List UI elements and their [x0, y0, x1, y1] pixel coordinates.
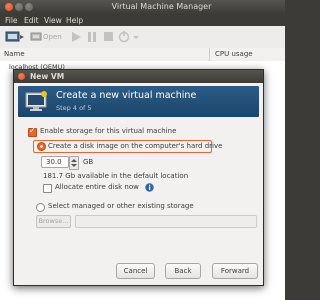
window-titlebar: Virtual Machine Manager: [0, 0, 285, 14]
shutdown-icon[interactable]: [118, 30, 130, 44]
create-disk-radio[interactable]: [37, 142, 46, 151]
enable-storage-checkbox[interactable]: [28, 126, 37, 137]
chevron-down-icon[interactable]: [132, 30, 140, 44]
spin-down-icon[interactable]: [70, 157, 78, 169]
existing-storage-label[interactable]: Select managed or other existing storage: [48, 202, 194, 210]
close-icon[interactable]: [5, 3, 13, 11]
info-icon[interactable]: [145, 183, 154, 192]
allocate-disk-label[interactable]: Allocate entire disk now: [55, 183, 139, 191]
run-icon[interactable]: [70, 30, 82, 44]
new-vm-icon: [5, 31, 24, 42]
close-icon[interactable]: [18, 73, 25, 80]
create-disk-option[interactable]: Create a disk image on the computer's ha…: [33, 140, 222, 153]
column-name[interactable]: Name: [4, 50, 25, 58]
monitor-icon: [25, 91, 47, 111]
back-button[interactable]: Back: [165, 263, 201, 279]
new-vm-dialog: New VM Create a new virtual machine Step…: [13, 69, 264, 286]
dialog-titlebar: New VM: [14, 70, 263, 83]
column-divider: [209, 48, 210, 61]
storage-path-input[interactable]: [75, 215, 257, 228]
new-vm-button[interactable]: [4, 30, 26, 44]
existing-storage-radio[interactable]: [36, 203, 45, 212]
open-button[interactable]: Open: [30, 30, 66, 44]
disk-size-stepper[interactable]: [69, 156, 79, 170]
window-title: Virtual Machine Manager: [111, 2, 212, 11]
open-icon: [30, 32, 42, 41]
pause-icon[interactable]: [86, 30, 98, 44]
menu-file[interactable]: File: [5, 16, 18, 25]
available-space-text: 181.7 Gb available in the default locati…: [43, 172, 189, 180]
column-cpu-usage[interactable]: CPU usage: [215, 50, 253, 58]
enable-storage-label[interactable]: Enable storage for this virtual machine: [40, 127, 176, 135]
toolbar: Open: [0, 26, 285, 49]
allocate-disk-checkbox[interactable]: [43, 184, 52, 193]
menu-view[interactable]: View: [44, 16, 62, 25]
list-header: Name CPU usage: [0, 48, 285, 62]
disk-unit-label: GB: [83, 158, 94, 166]
maximize-icon[interactable]: [25, 3, 33, 11]
forward-button[interactable]: Forward: [212, 263, 258, 279]
dialog-title: New VM: [30, 72, 65, 81]
disk-size-value: 30.0: [46, 158, 62, 166]
menu-bar: File Edit View Help: [0, 14, 285, 26]
create-disk-label: Create a disk image on the computer's ha…: [48, 142, 223, 150]
cancel-button[interactable]: Cancel: [116, 263, 155, 279]
banner-step: Step 4 of 5: [56, 104, 92, 112]
banner-title: Create a new virtual machine: [56, 90, 197, 101]
stop-icon[interactable]: [102, 30, 114, 44]
minimize-icon[interactable]: [15, 3, 23, 11]
browse-button[interactable]: Browse...: [36, 215, 71, 228]
menu-help[interactable]: Help: [66, 16, 83, 25]
menu-edit[interactable]: Edit: [24, 16, 39, 25]
disk-size-input[interactable]: 30.0: [41, 156, 69, 168]
open-label: Open: [43, 33, 62, 41]
wizard-banner: Create a new virtual machine Step 4 of 5: [18, 86, 259, 117]
